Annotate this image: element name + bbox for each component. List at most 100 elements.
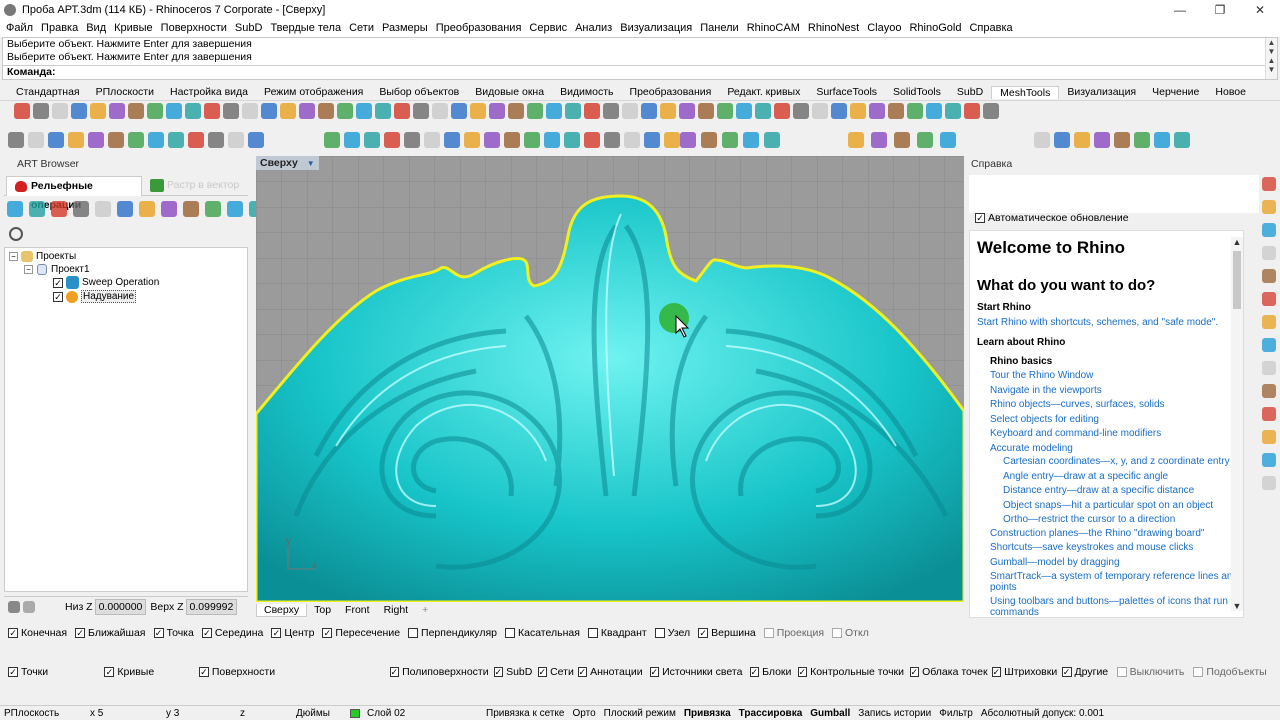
checkbox[interactable]: ✓ bbox=[577, 667, 588, 677]
toolbar-tool-icon[interactable] bbox=[917, 132, 933, 148]
panel-tab-icon[interactable] bbox=[1262, 407, 1276, 421]
toolbar-tool-icon[interactable] bbox=[664, 132, 680, 148]
checkbox[interactable] bbox=[408, 628, 419, 638]
toolbar-tool-icon[interactable] bbox=[584, 132, 600, 148]
toolbar-tool-icon[interactable] bbox=[185, 103, 201, 119]
help-link[interactable]: Navigate in the viewports bbox=[990, 385, 1102, 396]
tab-surface-tools[interactable]: SurfaceTools bbox=[808, 86, 885, 98]
toolbar-tool-icon[interactable] bbox=[204, 103, 220, 119]
osnap-toggle[interactable]: ✓ Середина bbox=[201, 627, 263, 639]
tab-transform[interactable]: Преобразования bbox=[622, 86, 720, 98]
close-button[interactable]: ✕ bbox=[1240, 3, 1280, 17]
toolbar-tool-icon[interactable] bbox=[29, 201, 45, 217]
menu-meshes[interactable]: Сети bbox=[345, 22, 378, 34]
toolbar-tool-icon[interactable] bbox=[736, 103, 752, 119]
filter-toggle[interactable]: ✓ SubD bbox=[493, 666, 532, 678]
toolbar-tool-icon[interactable] bbox=[183, 201, 199, 217]
visibility-checkbox[interactable]: ✓ bbox=[53, 291, 63, 302]
checkbox[interactable]: ✓ bbox=[749, 667, 760, 677]
osnap-toggle[interactable]: ✓ Вершина bbox=[698, 627, 756, 639]
menu-edit[interactable]: Правка bbox=[37, 22, 82, 34]
checkbox[interactable]: ✓ bbox=[493, 667, 504, 677]
tree-item[interactable]: ✓ Sweep Operation bbox=[53, 276, 159, 289]
toolbar-tool-icon[interactable] bbox=[926, 103, 942, 119]
toolbar-tool-icon[interactable] bbox=[701, 132, 717, 148]
menu-tools[interactable]: Сервис bbox=[525, 22, 571, 34]
toolbar-tool-icon[interactable] bbox=[774, 103, 790, 119]
toolbar-tool-icon[interactable] bbox=[504, 132, 520, 148]
checkbox[interactable] bbox=[587, 628, 598, 638]
toolbar-tool-icon[interactable] bbox=[1114, 132, 1130, 148]
help-link[interactable]: Accurate modeling bbox=[990, 443, 1073, 454]
toolbar-tool-icon[interactable] bbox=[484, 132, 500, 148]
toolbar-tool-icon[interactable] bbox=[722, 132, 738, 148]
tab-curve-tools[interactable]: Редакт. кривых bbox=[719, 86, 808, 98]
toolbar-tool-icon[interactable] bbox=[33, 103, 49, 119]
toolbar-tool-icon[interactable] bbox=[404, 132, 420, 148]
toolbar-tool-icon[interactable] bbox=[544, 132, 560, 148]
tab-mesh-tools[interactable]: MeshTools bbox=[991, 85, 1060, 99]
menu-rhinogold[interactable]: RhinoGold bbox=[905, 22, 965, 34]
panel-tab-icon[interactable] bbox=[1262, 384, 1276, 398]
toolbar-tool-icon[interactable] bbox=[375, 103, 391, 119]
checkbox[interactable] bbox=[504, 628, 515, 638]
toolbar-tool-icon[interactable] bbox=[95, 201, 111, 217]
checkbox[interactable]: ✓ bbox=[389, 667, 400, 677]
add-viewport-icon[interactable]: + bbox=[415, 604, 435, 616]
panel-tab-icon[interactable] bbox=[1262, 177, 1276, 191]
filter-toggle[interactable]: ✓ Точки bbox=[8, 666, 96, 678]
osnap-toggle[interactable]: Квадрант bbox=[587, 627, 647, 639]
status-smarttrack[interactable]: Трассировка bbox=[735, 708, 807, 719]
osnap-toggle[interactable]: ✓ Пересечение bbox=[322, 627, 400, 639]
toolbar-tool-icon[interactable] bbox=[888, 103, 904, 119]
checkbox[interactable]: ✓ bbox=[649, 667, 660, 677]
toolbar-tool-icon[interactable] bbox=[364, 132, 380, 148]
toolbar-tool-icon[interactable] bbox=[356, 103, 372, 119]
toolbar-tool-icon[interactable] bbox=[564, 132, 580, 148]
filter-toggle[interactable]: ✓ Другие bbox=[1061, 666, 1109, 678]
tree-item-selected[interactable]: ✓ Надувание bbox=[53, 290, 137, 303]
toolbar-tool-icon[interactable] bbox=[1154, 132, 1170, 148]
toolbar-tool-icon[interactable] bbox=[680, 132, 696, 148]
toolbar-tool-icon[interactable] bbox=[227, 201, 243, 217]
menu-render[interactable]: Визуализация bbox=[616, 22, 696, 34]
help-link[interactable]: Gumball—model by dragging bbox=[990, 557, 1120, 568]
toolbar-tool-icon[interactable] bbox=[1054, 132, 1070, 148]
toolbar-tool-icon[interactable] bbox=[299, 103, 315, 119]
toolbar-tool-icon[interactable] bbox=[324, 132, 340, 148]
tab-subd[interactable]: SubD bbox=[949, 86, 991, 98]
viewport-tab-right[interactable]: Right bbox=[377, 604, 416, 616]
checkbox[interactable]: ✓ bbox=[909, 667, 920, 677]
tab-select[interactable]: Выбор объектов bbox=[371, 86, 467, 98]
toolbar-tool-icon[interactable] bbox=[424, 132, 440, 148]
panel-tab-icon[interactable] bbox=[1262, 200, 1276, 214]
panel-tab-icon[interactable] bbox=[1262, 269, 1276, 283]
toolbar-tool-icon[interactable] bbox=[109, 103, 125, 119]
tab-raster-to-vector[interactable]: Растр в вектор bbox=[147, 176, 247, 196]
toolbar-tool-icon[interactable] bbox=[394, 103, 410, 119]
toolbar-tool-icon[interactable] bbox=[764, 132, 780, 148]
toolbar-tool-icon[interactable] bbox=[51, 201, 67, 217]
toolbar-tool-icon[interactable] bbox=[1074, 132, 1090, 148]
toolbar-tool-icon[interactable] bbox=[1094, 132, 1110, 148]
toolbar-tool-icon[interactable] bbox=[698, 103, 714, 119]
toolbar-tool-icon[interactable] bbox=[52, 103, 68, 119]
settings-icon[interactable] bbox=[8, 600, 20, 613]
toolbar-tool-icon[interactable] bbox=[261, 103, 277, 119]
panel-tab-icon[interactable] bbox=[1262, 246, 1276, 260]
osnap-toggle[interactable]: ✓ Точка bbox=[153, 627, 194, 639]
checkbox[interactable]: ✓ bbox=[104, 667, 115, 677]
maximize-button[interactable]: ❐ bbox=[1200, 3, 1240, 17]
toolbar-tool-icon[interactable] bbox=[188, 132, 204, 148]
toolbar-tool-icon[interactable] bbox=[869, 103, 885, 119]
scroll-up-icon[interactable]: ▲ bbox=[1231, 237, 1243, 247]
filter-toggle[interactable]: ✓ Источники света bbox=[649, 666, 742, 678]
panel-tab-icon[interactable] bbox=[1262, 430, 1276, 444]
toolbar-tool-icon[interactable] bbox=[508, 103, 524, 119]
toolbar-tool-icon[interactable] bbox=[205, 201, 221, 217]
help-link[interactable]: Tour the Rhino Window bbox=[990, 370, 1093, 381]
checkbox[interactable]: ✓ bbox=[153, 628, 164, 638]
menu-subd[interactable]: SubD bbox=[231, 22, 267, 34]
viewport-tab-front[interactable]: Front bbox=[338, 604, 377, 616]
minimize-button[interactable]: — bbox=[1160, 3, 1200, 17]
